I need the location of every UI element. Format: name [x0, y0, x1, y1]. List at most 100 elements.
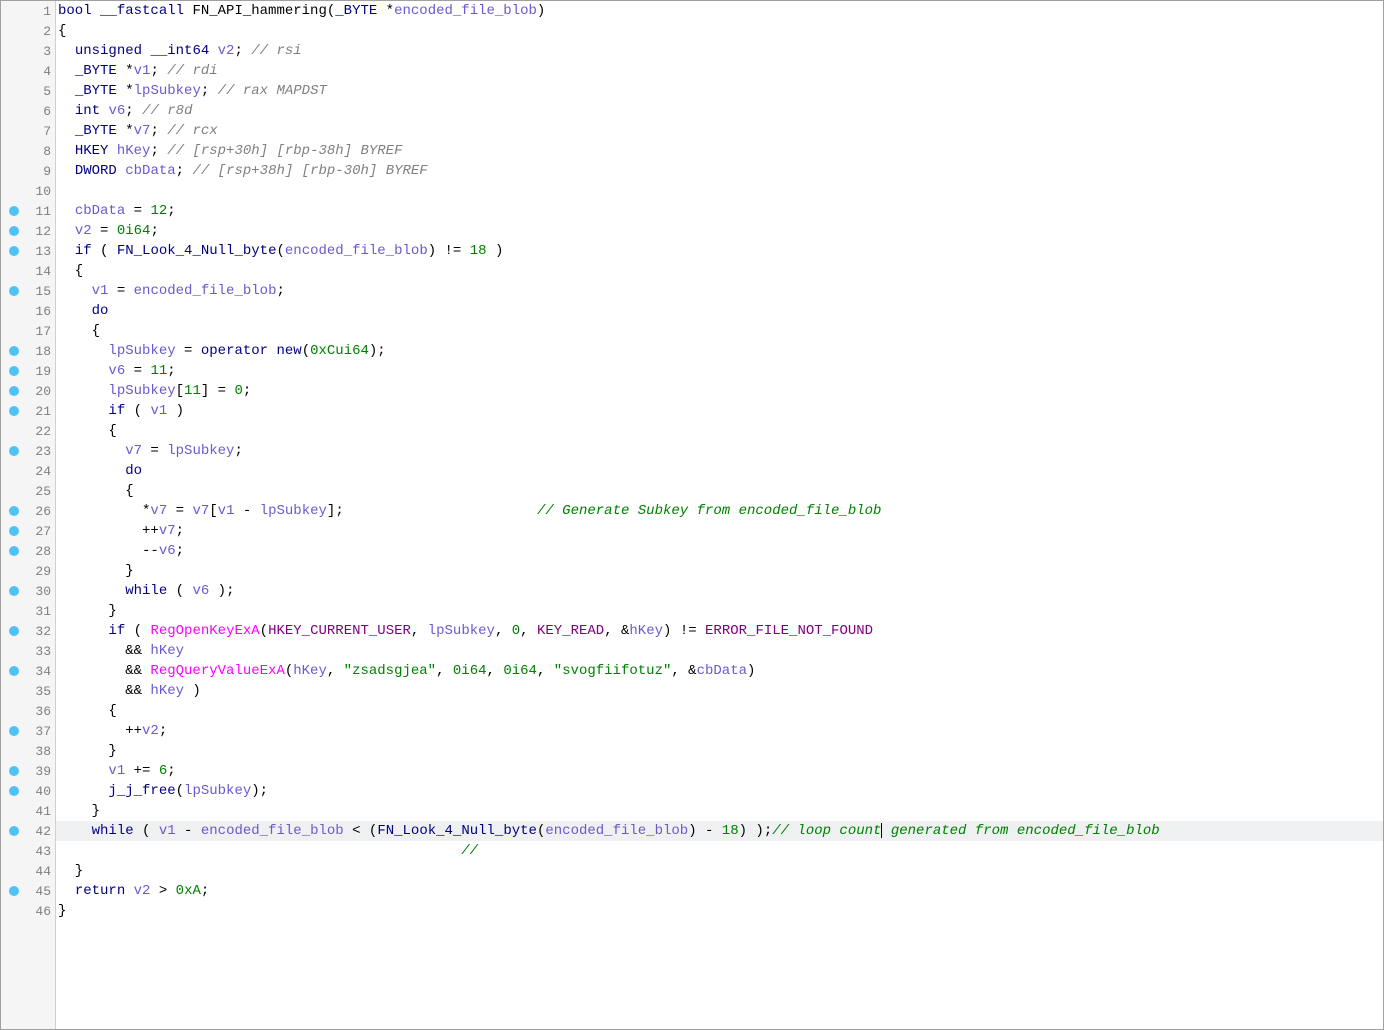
gutter-line[interactable]: 14 — [1, 261, 55, 281]
code-line[interactable]: && hKey ) — [56, 681, 1383, 701]
gutter-line[interactable]: 41 — [1, 801, 55, 821]
code-line[interactable]: *v7 = v7[v1 - lpSubkey]; // Generate Sub… — [56, 501, 1383, 521]
gutter-line[interactable]: 43 — [1, 841, 55, 861]
code-line[interactable]: lpSubkey[11] = 0; — [56, 381, 1383, 401]
gutter-line[interactable]: 22 — [1, 421, 55, 441]
code-line[interactable]: if ( FN_Look_4_Null_byte(encoded_file_bl… — [56, 241, 1383, 261]
code-line[interactable]: DWORD cbData; // [rsp+38h] [rbp-30h] BYR… — [56, 161, 1383, 181]
gutter-line[interactable]: 20 — [1, 381, 55, 401]
gutter-line[interactable]: 2 — [1, 21, 55, 41]
code-line[interactable]: do — [56, 301, 1383, 321]
code-line[interactable]: { — [56, 261, 1383, 281]
gutter-line[interactable]: 25 — [1, 481, 55, 501]
code-line[interactable]: HKEY hKey; // [rsp+30h] [rbp-38h] BYREF — [56, 141, 1383, 161]
gutter-line[interactable]: 40 — [1, 781, 55, 801]
code-line[interactable]: } — [56, 901, 1383, 921]
code-line[interactable]: v2 = 0i64; — [56, 221, 1383, 241]
code-line[interactable]: } — [56, 741, 1383, 761]
code-line[interactable]: bool __fastcall FN_API_hammering(_BYTE *… — [56, 1, 1383, 21]
gutter-line[interactable]: 29 — [1, 561, 55, 581]
code-line[interactable]: _BYTE *v7; // rcx — [56, 121, 1383, 141]
gutter-line[interactable]: 10 — [1, 181, 55, 201]
code-line[interactable]: lpSubkey = operator new(0xCui64); — [56, 341, 1383, 361]
gutter-line[interactable]: 19 — [1, 361, 55, 381]
gutter-line[interactable]: 42 — [1, 821, 55, 841]
gutter-line[interactable]: 45 — [1, 881, 55, 901]
breakpoint-icon[interactable] — [9, 586, 19, 596]
gutter-line[interactable]: 15 — [1, 281, 55, 301]
gutter-line[interactable]: 39 — [1, 761, 55, 781]
gutter-line[interactable]: 18 — [1, 341, 55, 361]
code-line[interactable]: unsigned __int64 v2; // rsi — [56, 41, 1383, 61]
gutter-line[interactable]: 5 — [1, 81, 55, 101]
gutter-line[interactable]: 38 — [1, 741, 55, 761]
gutter-line[interactable]: 24 — [1, 461, 55, 481]
code-line[interactable]: { — [56, 321, 1383, 341]
code-line[interactable]: _BYTE *v1; // rdi — [56, 61, 1383, 81]
gutter-line[interactable]: 32 — [1, 621, 55, 641]
code-line[interactable]: cbData = 12; — [56, 201, 1383, 221]
gutter-line[interactable]: 11 — [1, 201, 55, 221]
breakpoint-icon[interactable] — [9, 386, 19, 396]
code-line[interactable]: ++v7; — [56, 521, 1383, 541]
gutter-line[interactable]: 21 — [1, 401, 55, 421]
gutter-line[interactable]: 3 — [1, 41, 55, 61]
gutter-line[interactable]: 44 — [1, 861, 55, 881]
code-line[interactable]: { — [56, 701, 1383, 721]
breakpoint-icon[interactable] — [9, 626, 19, 636]
code-line[interactable]: { — [56, 481, 1383, 501]
code-line[interactable]: } — [56, 601, 1383, 621]
code-line[interactable]: && hKey — [56, 641, 1383, 661]
breakpoint-icon[interactable] — [9, 366, 19, 376]
gutter-line[interactable]: 6 — [1, 101, 55, 121]
breakpoint-icon[interactable] — [9, 666, 19, 676]
code-line[interactable]: // — [56, 841, 1383, 861]
code-line[interactable]: } — [56, 801, 1383, 821]
gutter-line[interactable]: 37 — [1, 721, 55, 741]
gutter-line[interactable]: 36 — [1, 701, 55, 721]
gutter-line[interactable]: 4 — [1, 61, 55, 81]
gutter-line[interactable]: 23 — [1, 441, 55, 461]
gutter-line[interactable]: 34 — [1, 661, 55, 681]
code-line[interactable]: { — [56, 21, 1383, 41]
breakpoint-icon[interactable] — [9, 286, 19, 296]
breakpoint-icon[interactable] — [9, 886, 19, 896]
code-line[interactable]: ++v2; — [56, 721, 1383, 741]
code-line[interactable]: } — [56, 861, 1383, 881]
breakpoint-icon[interactable] — [9, 406, 19, 416]
gutter-line[interactable]: 28 — [1, 541, 55, 561]
gutter-line[interactable]: 17 — [1, 321, 55, 341]
code-line[interactable]: } — [56, 561, 1383, 581]
breakpoint-icon[interactable] — [9, 506, 19, 516]
breakpoint-icon[interactable] — [9, 246, 19, 256]
gutter-line[interactable]: 8 — [1, 141, 55, 161]
breakpoint-icon[interactable] — [9, 826, 19, 836]
breakpoint-icon[interactable] — [9, 766, 19, 776]
code-line[interactable] — [56, 181, 1383, 201]
code-line[interactable]: v7 = lpSubkey; — [56, 441, 1383, 461]
breakpoint-icon[interactable] — [9, 526, 19, 536]
code-line[interactable]: v1 = encoded_file_blob; — [56, 281, 1383, 301]
code-line[interactable]: do — [56, 461, 1383, 481]
code-line[interactable]: _BYTE *lpSubkey; // rax MAPDST — [56, 81, 1383, 101]
gutter-line[interactable]: 31 — [1, 601, 55, 621]
gutter-line[interactable]: 13 — [1, 241, 55, 261]
gutter-line[interactable]: 33 — [1, 641, 55, 661]
code-line[interactable]: && RegQueryValueExA(hKey, "zsadsgjea", 0… — [56, 661, 1383, 681]
gutter-line[interactable]: 46 — [1, 901, 55, 921]
gutter-line[interactable]: 7 — [1, 121, 55, 141]
breakpoint-icon[interactable] — [9, 726, 19, 736]
code-line[interactable]: while ( v1 - encoded_file_blob < (FN_Loo… — [56, 821, 1383, 841]
code-line[interactable]: if ( v1 ) — [56, 401, 1383, 421]
gutter-line[interactable]: 16 — [1, 301, 55, 321]
code-line[interactable]: --v6; — [56, 541, 1383, 561]
code-line[interactable]: if ( RegOpenKeyExA(HKEY_CURRENT_USER, lp… — [56, 621, 1383, 641]
gutter-line[interactable]: 1 — [1, 1, 55, 21]
line-gutter[interactable]: 1234567891011121314151617181920212223242… — [1, 1, 56, 1029]
code-line[interactable]: return v2 > 0xA; — [56, 881, 1383, 901]
code-line[interactable]: j_j_free(lpSubkey); — [56, 781, 1383, 801]
breakpoint-icon[interactable] — [9, 446, 19, 456]
code-line[interactable]: while ( v6 ); — [56, 581, 1383, 601]
breakpoint-icon[interactable] — [9, 226, 19, 236]
breakpoint-icon[interactable] — [9, 546, 19, 556]
